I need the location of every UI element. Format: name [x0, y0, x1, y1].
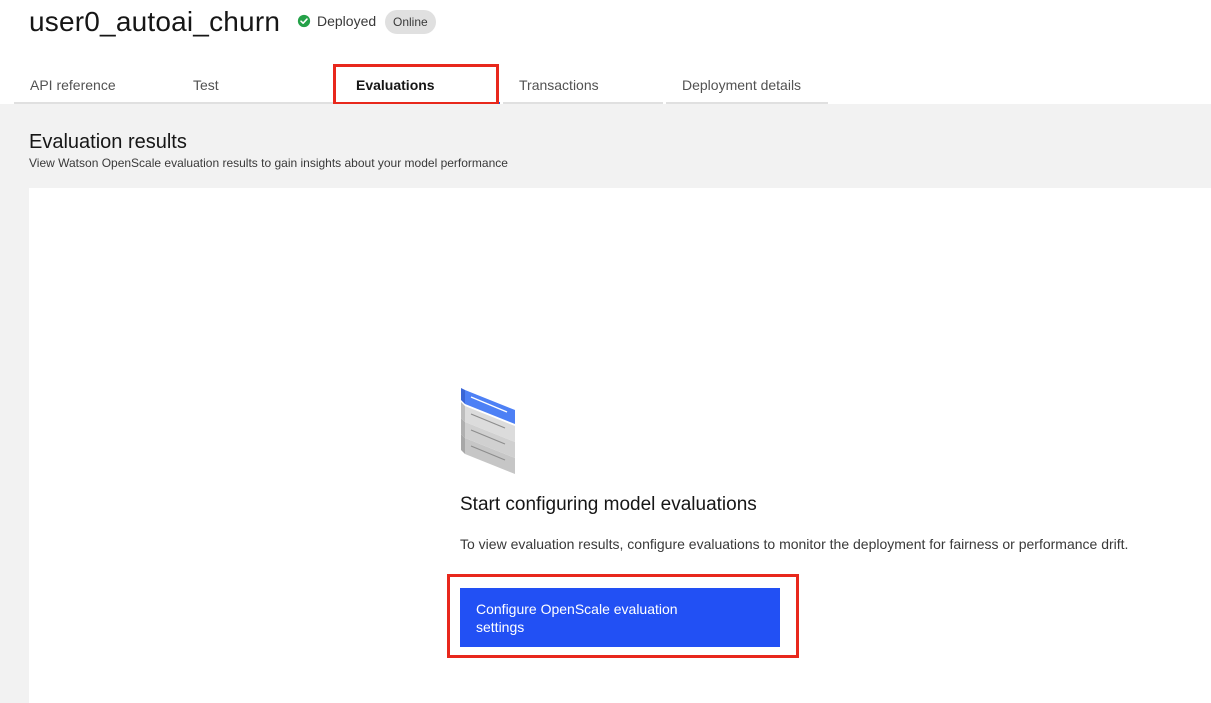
- status-text: Deployed: [317, 13, 377, 29]
- evaluations-content: Evaluation results View Watson OpenScale…: [0, 104, 1211, 703]
- tab-label: Test: [193, 77, 219, 93]
- tab-deployment-details[interactable]: Deployment details: [666, 66, 828, 104]
- empty-state-description: To view evaluation results, configure ev…: [460, 536, 1129, 552]
- stacked-documents-icon: [461, 388, 515, 474]
- section-subtitle: View Watson OpenScale evaluation results…: [29, 156, 508, 170]
- page-title: user0_autoai_churn: [29, 6, 281, 37]
- tab-test[interactable]: Test: [177, 66, 337, 104]
- empty-state-title: Start configuring model evaluations: [460, 494, 757, 515]
- tab-api-reference[interactable]: API reference: [14, 66, 177, 104]
- tab-label: API reference: [30, 77, 116, 93]
- section-title: Evaluation results: [29, 131, 187, 153]
- checkmark-filled-icon: [297, 14, 311, 28]
- tab-label: Deployment details: [682, 77, 802, 93]
- deployment-status: Deployed: [297, 13, 376, 29]
- evaluations-tab-highlight: [333, 64, 499, 105]
- tab-label: Transactions: [519, 77, 599, 93]
- tab-transactions[interactable]: Transactions: [503, 66, 663, 104]
- configure-button-highlight: [447, 574, 799, 658]
- page-header: user0_autoai_churn Deployed Online API r…: [0, 0, 1211, 105]
- status-badge: Online: [385, 10, 436, 34]
- empty-state-panel: Start configuring model evaluations To v…: [29, 188, 1211, 703]
